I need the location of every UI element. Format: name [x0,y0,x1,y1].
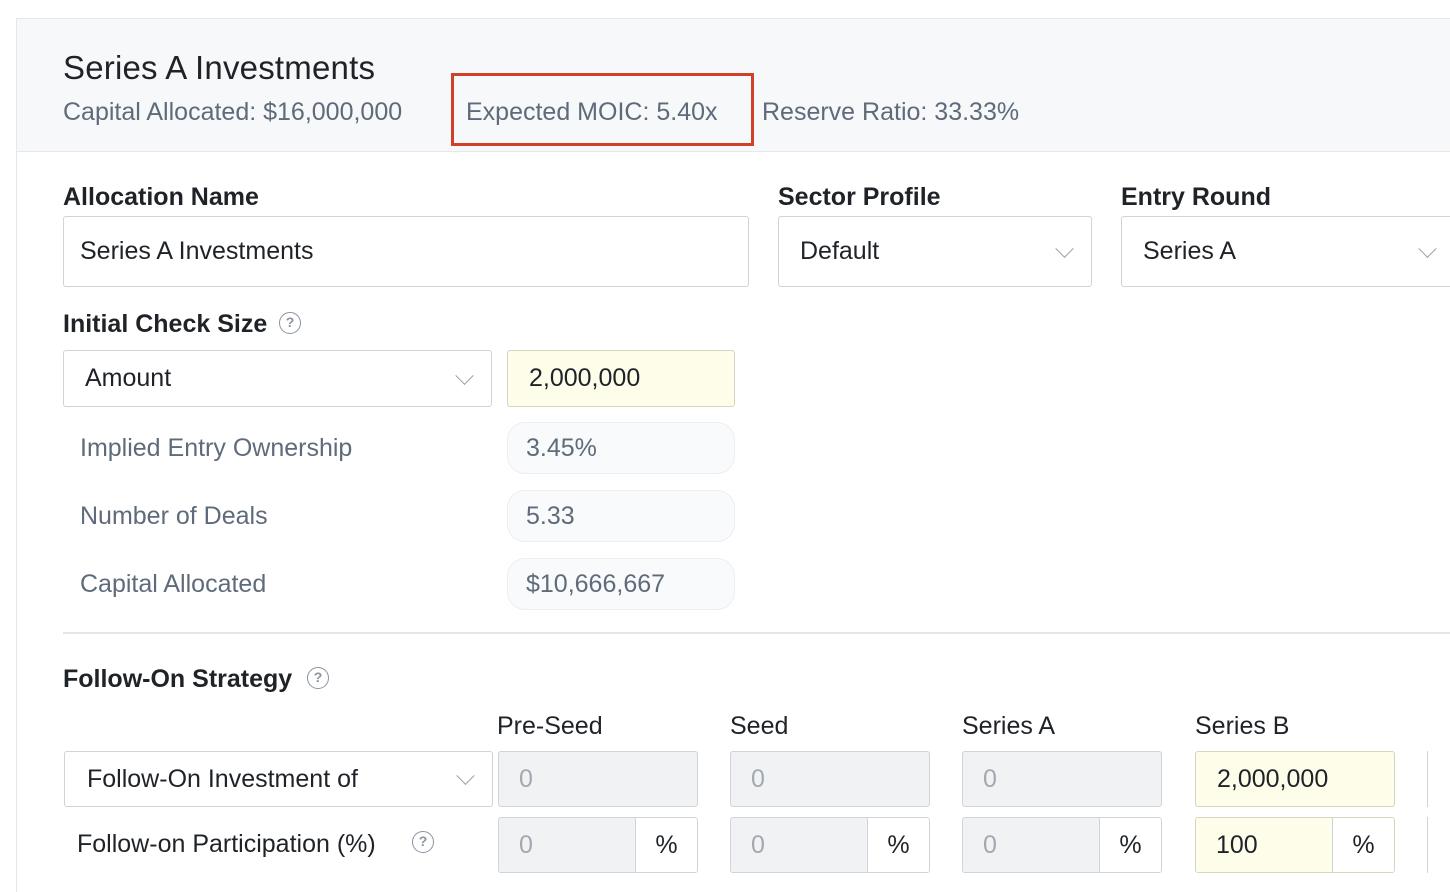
chevron-down-icon [1055,239,1074,258]
sector-profile-label: Sector Profile [778,183,941,211]
series-b-investment-input[interactable]: 2,000,000 [1195,751,1395,807]
series-a-participation-input[interactable]: 0 % [962,817,1162,873]
series-b-participation-input[interactable]: 100 % [1195,817,1395,873]
seed-participation-value: 0 [731,818,867,872]
help-icon[interactable]: ? [307,667,329,689]
initial-check-label: Initial Check Size [63,310,268,338]
chevron-down-icon [1418,239,1437,258]
allocation-name-input[interactable]: Series A Investments [63,216,749,287]
sector-profile-value: Default [800,237,880,265]
help-icon[interactable]: ? [279,312,301,334]
allocation-name-label: Allocation Name [63,183,259,211]
pre-seed-participation-input[interactable]: 0 % [498,817,698,873]
follow-on-title: Follow-On Strategy [63,665,293,693]
series-b-investment-value: 2,000,000 [1217,764,1329,793]
card-header: Series A Investments Capital Allocated: … [17,19,1450,152]
help-icon[interactable]: ? [412,831,434,853]
entry-round-select[interactable]: Series A [1121,216,1450,287]
column-pre-seed: Pre-Seed [497,712,603,740]
column-seed: Seed [730,712,789,740]
column-series-b: Series B [1195,712,1290,740]
check-mode-select[interactable]: Amount [63,350,492,407]
num-deals-label: Number of Deals [80,502,268,530]
participation-label: Follow-on Participation (%) [77,830,376,858]
reserve-ratio-stat: Reserve Ratio: 33.33% [762,98,1020,126]
seed-participation-input[interactable]: 0 % [730,817,930,873]
entry-round-value: Series A [1143,237,1237,265]
series-a-investment-input[interactable]: 0 [962,751,1162,807]
check-mode-value: Amount [85,364,172,392]
check-amount-value: 2,000,000 [529,364,641,392]
pre-seed-investment-input[interactable]: 0 [498,751,698,807]
check-amount-input[interactable]: 2,000,000 [507,350,735,407]
seed-investment-input[interactable]: 0 [730,751,930,807]
capital-allocated-stat: Capital Allocated: $16,000,000 [63,98,403,126]
next-column-stub [1427,751,1433,807]
implied-ownership-value: 3.45% [507,422,735,474]
series-b-participation-value: 100 [1196,818,1332,872]
follow-on-mode-select[interactable]: Follow-On Investment of [64,751,493,807]
chevron-down-icon [456,766,475,785]
seed-investment-value: 0 [751,764,765,793]
percent-unit: % [1332,818,1394,872]
pre-seed-investment-value: 0 [519,764,533,793]
implied-ownership-label: Implied Entry Ownership [80,434,353,462]
capital-allocated-label: Capital Allocated [80,570,267,598]
allocation-card: Series A Investments Capital Allocated: … [16,18,1450,892]
num-deals-value: 5.33 [507,490,735,542]
entry-round-label: Entry Round [1121,183,1271,211]
follow-on-mode-value: Follow-On Investment of [87,764,358,793]
column-series-a: Series A [962,712,1056,740]
percent-unit: % [1099,818,1161,872]
chevron-down-icon [455,366,474,385]
allocation-name-value: Series A Investments [80,237,314,265]
page-title: Series A Investments [63,49,376,86]
pre-seed-participation-value: 0 [499,818,635,872]
percent-unit: % [867,818,929,872]
section-divider [63,632,1450,634]
capital-allocated-value: $10,666,667 [507,558,735,610]
percent-unit: % [635,818,697,872]
series-a-investment-value: 0 [983,764,997,793]
moic-highlight-box [451,73,754,146]
sector-profile-select[interactable]: Default [778,216,1092,287]
series-a-participation-value: 0 [963,818,1099,872]
next-column-stub [1427,817,1433,873]
